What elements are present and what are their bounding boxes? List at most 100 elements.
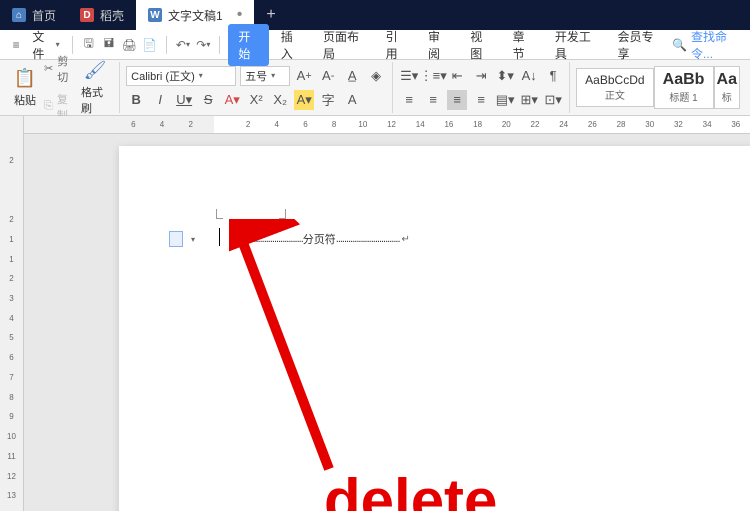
ribbon-tab-view[interactable]: 视图 [460,24,500,66]
style-heading1-name: 标题 1 [663,89,705,104]
unsaved-dot-icon: • [237,6,243,24]
tab-home-label: 首页 [32,7,56,24]
borders-button[interactable]: ⊡▾ [543,90,563,110]
font-size-select[interactable]: 五号 ▾ [240,66,290,86]
save-icon[interactable]: 🖫 [81,36,97,54]
redo-icon[interactable]: ↷▾ [195,36,211,54]
hruler-mark: 2 [176,120,205,129]
ribbon-tab-member[interactable]: 会员专享 [607,24,668,66]
subscript-button[interactable]: X₂ [270,90,290,110]
font-name-select[interactable]: Calibri (正文) ▾ [126,66,236,86]
command-search[interactable]: 🔍 查找命令... [672,28,742,62]
workspace: 2 2 1 1 2 3 4 5 6 7 8 9 10 11 12 13 6 4 … [0,116,750,511]
margin-notch-icon [216,209,223,219]
paste-button[interactable]: 📋 粘贴 [10,66,40,110]
chevron-down-icon: ▾ [271,71,275,80]
hamburger-icon[interactable]: ≡ [8,36,24,54]
vruler-mark: 10 [7,432,16,452]
decrease-indent-button[interactable]: ⇤ [447,66,467,86]
increase-font-button[interactable]: A+ [294,66,314,86]
vruler-mark: 9 [9,412,13,432]
page-thumbnail-icon[interactable] [169,231,183,247]
change-case-button[interactable]: A̲ [342,66,362,86]
new-tab-button[interactable]: + [254,6,287,24]
wps-doc-icon: W [148,8,162,22]
page-content: ▾ ............................... 分页符 ..… [169,231,410,247]
ribbon-tab-start[interactable]: 开始 [228,24,268,66]
document-page[interactable]: ▾ ............................... 分页符 ..… [119,146,750,511]
copy-icon: ⎘ [44,100,53,113]
hruler-mark: 16 [435,120,464,129]
hruler-mark: 28 [607,120,636,129]
ribbon-tab-insert[interactable]: 插入 [271,24,311,66]
cut-label: 剪切 [57,53,73,85]
sort-button[interactable]: A↓ [519,66,539,86]
ribbon-tab-layout[interactable]: 页面布局 [313,24,374,66]
align-right-button[interactable]: ≡ [447,90,467,110]
ribbon-tab-references[interactable]: 引用 [376,24,416,66]
align-center-button[interactable]: ≡ [423,90,443,110]
decrease-font-button[interactable]: A- [318,66,338,86]
format-painter-button[interactable]: 🖌 格式刷 [77,58,113,118]
italic-button[interactable]: I [150,90,170,110]
style-normal-name: 正文 [585,87,644,102]
horizontal-ruler[interactable]: 6 4 2 2 4 6 8 10 12 14 16 18 20 22 24 26… [24,116,750,134]
tab-home[interactable]: ⌂ 首页 [0,0,68,30]
print-preview-icon[interactable]: 📄 [142,36,158,54]
vruler-mark: 11 [7,452,15,472]
search-icon: 🔍 [672,38,687,52]
font-size-value: 五号 [245,68,267,84]
clear-format-button[interactable]: ◈ [366,66,386,86]
hruler-mark: 6 [119,120,148,129]
ribbon-tab-review[interactable]: 审阅 [418,24,458,66]
chevron-down-icon: ▾ [191,235,195,244]
hruler-mark: 4 [262,120,291,129]
print-icon[interactable]: 🖨 [121,36,137,54]
bullets-button[interactable]: ☰▾ [399,66,419,86]
align-left-button[interactable]: ≡ [399,90,419,110]
menubar: ≡ 文件 ▾ 🖫 🖬 🖨 📄 ↶▾ ↷▾ 开始 插入 页面布局 引用 审阅 视图… [0,30,750,60]
ribbon-tab-sections[interactable]: 章节 [503,24,543,66]
char-border-button[interactable]: A [342,90,362,110]
strikethrough-button[interactable]: S [198,90,218,110]
undo-icon[interactable]: ↶▾ [175,36,191,54]
docer-icon: D [80,8,94,22]
cut-button[interactable]: ✂ 剪切 [40,51,77,87]
superscript-button[interactable]: X² [246,90,266,110]
distribute-button[interactable]: ▤▾ [495,90,515,110]
page-break-marker[interactable]: ............................... 分页符 ....… [239,231,410,247]
home-icon: ⌂ [12,8,26,22]
align-justify-button[interactable]: ≡ [471,90,491,110]
hruler-mark: 26 [578,120,607,129]
bold-button[interactable]: B [126,90,146,110]
paragraph-mark-icon: ↵ [402,234,410,245]
increase-indent-button[interactable]: ⇥ [471,66,491,86]
font-color-button[interactable]: A▾ [222,90,242,110]
ribbon-tab-devtools[interactable]: 开发工具 [545,24,606,66]
style-heading1[interactable]: AaBb 标题 1 [654,66,714,109]
highlight-button[interactable]: A▾ [294,90,314,110]
hruler-mark: 4 [148,120,177,129]
hruler-mark: 22 [521,120,550,129]
vertical-ruler[interactable]: 2 2 1 1 2 3 4 5 6 7 8 9 10 11 12 13 [0,116,24,511]
vruler-mark: 2 [9,215,13,235]
show-marks-button[interactable]: ¶ [543,66,563,86]
save-as-icon[interactable]: 🖬 [101,36,117,54]
shading-button[interactable]: ⊞▾ [519,90,539,110]
numbering-button[interactable]: ⋮≡▾ [423,66,443,86]
annotation-text: delete [324,466,497,511]
underline-button[interactable]: U▾ [174,90,194,110]
style-heading2[interactable]: Aa 标 [714,66,740,109]
vruler-mark: 2 [9,156,13,176]
separator [219,36,220,54]
paste-label: 粘贴 [14,92,36,108]
paste-icon: 📋 [14,68,36,90]
line-spacing-button[interactable]: ⬍▾ [495,66,515,86]
hruler-mark: 20 [492,120,521,129]
style-heading1-preview: AaBb [663,71,705,89]
hruler-mark: 34 [693,120,722,129]
tab-docer[interactable]: D 稻壳 [68,0,136,30]
phonetic-button[interactable]: 字 [318,90,338,110]
style-normal[interactable]: AaBbCcDd 正文 [576,68,653,107]
style-heading2-preview: Aa [717,71,737,89]
